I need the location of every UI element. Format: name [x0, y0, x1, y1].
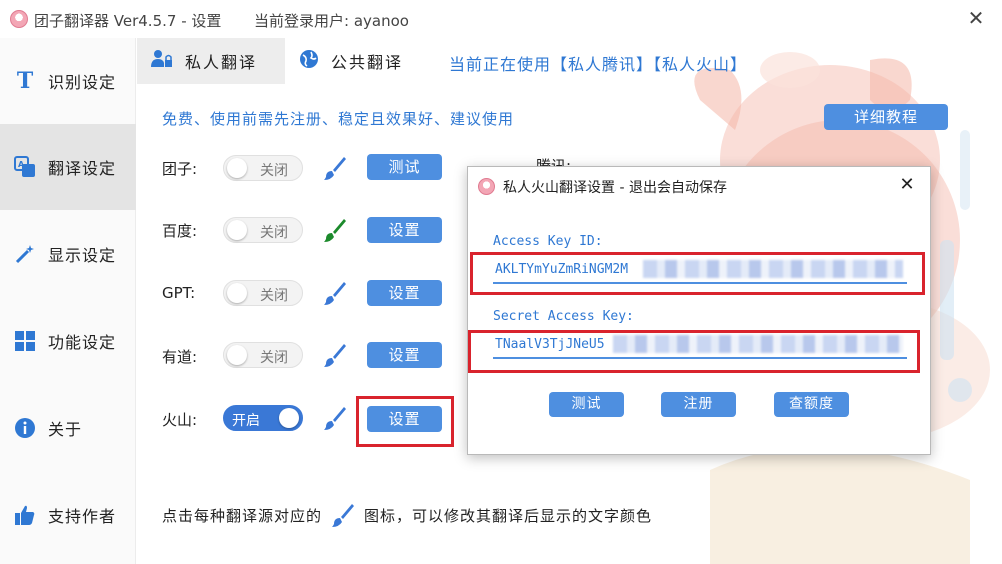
window-title: 团子翻译器 Ver4.5.7 - 设置 [34, 12, 222, 30]
sidebar-item-support[interactable]: 支持作者 [0, 472, 136, 558]
user-lock-icon [151, 49, 173, 73]
access-key-label: Access Key ID: [493, 234, 603, 249]
translate-icon: A [13, 155, 37, 179]
sidebar-item-display[interactable]: 显示设定 [0, 211, 136, 297]
dialog-close-button[interactable]: ✕ [896, 174, 918, 196]
sidebar-item-about[interactable]: 关于 [0, 385, 136, 471]
sidebar-item-label: 关于 [48, 420, 83, 439]
magic-wand-icon [13, 242, 37, 266]
login-info: 当前登录用户: ayanoo [254, 12, 409, 30]
footer-note-after: 图标，可以修改其翻译后显示的文字颜色 [364, 506, 653, 525]
sidebar-item-features[interactable]: 功能设定 [0, 298, 136, 384]
toggle-knob [227, 220, 247, 240]
tuanzi-test-button[interactable]: 测试 [367, 154, 442, 180]
brush-icon[interactable] [322, 217, 348, 243]
sidebar-item-label: 翻译设定 [48, 159, 117, 178]
toggle-gpt[interactable]: 关闭 [223, 280, 303, 306]
brush-icon[interactable] [322, 155, 348, 181]
volcano-settings-highlight [356, 396, 454, 447]
source-label-tuanzi: 团子: [162, 160, 198, 178]
toggle-knob [227, 283, 247, 303]
thumbs-up-icon [13, 503, 37, 527]
app-logo-icon [478, 178, 495, 195]
tutorial-button[interactable]: 详细教程 [824, 104, 948, 130]
sidebar-item-label: 功能设定 [48, 333, 117, 352]
toggle-tuanzi[interactable]: 关闭 [223, 155, 303, 181]
sidebar: T 识别设定 A 翻译设定 显示设定 功能设定 关于 支持作者 [0, 38, 136, 564]
toggle-baidu[interactable]: 关闭 [223, 217, 303, 243]
footer-note-before: 点击每种翻译源对应的 [162, 506, 323, 525]
volcano-settings-dialog: 私人火山翻译设置 - 退出会自动保存 ✕ Access Key ID: AKLT… [467, 166, 931, 455]
secret-key-label: Secret Access Key: [493, 309, 634, 324]
sidebar-item-translation[interactable]: A 翻译设定 [0, 124, 136, 210]
svg-text:A: A [18, 160, 25, 169]
text-recognition-icon: T [16, 68, 34, 94]
sidebar-item-recognition[interactable]: T 识别设定 [0, 38, 136, 124]
footer-note: 点击每种翻译源对应的 图标，可以修改其翻译后显示的文字颜色 [162, 502, 652, 528]
toggle-label: 关闭 [260, 225, 288, 241]
globe-icon [299, 49, 319, 73]
source-label-baidu: 百度: [162, 222, 198, 240]
youdao-settings-button[interactable]: 设置 [367, 342, 442, 368]
toggle-youdao[interactable]: 关闭 [223, 342, 303, 368]
baidu-settings-button[interactable]: 设置 [367, 217, 442, 243]
toggle-label: 关闭 [260, 288, 288, 304]
toggle-knob [227, 345, 247, 365]
source-label-youdao: 有道: [162, 348, 198, 366]
brush-icon [332, 504, 355, 527]
brush-icon[interactable] [322, 280, 348, 306]
tab-bar: 私人翻译 公共翻译 当前正在使用【私人腾讯】【私人火山】 [137, 38, 1002, 84]
app-logo-icon [10, 10, 28, 28]
current-sources-status: 当前正在使用【私人腾讯】【私人火山】 [449, 55, 748, 74]
toggle-volcano[interactable]: 开启 [223, 405, 303, 431]
toggle-knob [279, 408, 299, 428]
dialog-quota-button[interactable]: 查额度 [774, 392, 849, 417]
brush-icon[interactable] [322, 405, 348, 431]
secret-key-highlight [468, 330, 920, 373]
access-key-highlight [470, 252, 925, 295]
title-bar: 团子翻译器 Ver4.5.7 - 设置 当前登录用户: ayanoo ✕ [0, 0, 1002, 38]
gpt-settings-button[interactable]: 设置 [367, 280, 442, 306]
dialog-title: 私人火山翻译设置 - 退出会自动保存 [503, 180, 727, 196]
grid-icon [13, 329, 37, 353]
window-close-button[interactable]: ✕ [964, 6, 988, 30]
dialog-test-button[interactable]: 测试 [549, 392, 624, 417]
tab-label: 私人翻译 [185, 53, 258, 72]
brush-icon[interactable] [322, 342, 348, 368]
toggle-knob [227, 158, 247, 178]
sidebar-item-label: 识别设定 [48, 73, 117, 92]
usage-notice: 免费、使用前需先注册、稳定且效果好、建议使用 [162, 110, 515, 128]
tab-public-translation[interactable]: 公共翻译 [285, 38, 435, 84]
tab-label: 公共翻译 [331, 53, 404, 72]
info-icon [13, 416, 37, 440]
toggle-label: 关闭 [260, 163, 288, 179]
sidebar-item-label: 显示设定 [48, 246, 117, 265]
source-label-gpt: GPT: [162, 284, 196, 302]
tab-private-translation[interactable]: 私人翻译 [137, 38, 285, 84]
dialog-register-button[interactable]: 注册 [661, 392, 736, 417]
toggle-label: 开启 [232, 413, 260, 429]
source-label-volcano: 火山: [162, 411, 198, 429]
sidebar-item-label: 支持作者 [48, 507, 117, 526]
toggle-label: 关闭 [260, 350, 288, 366]
